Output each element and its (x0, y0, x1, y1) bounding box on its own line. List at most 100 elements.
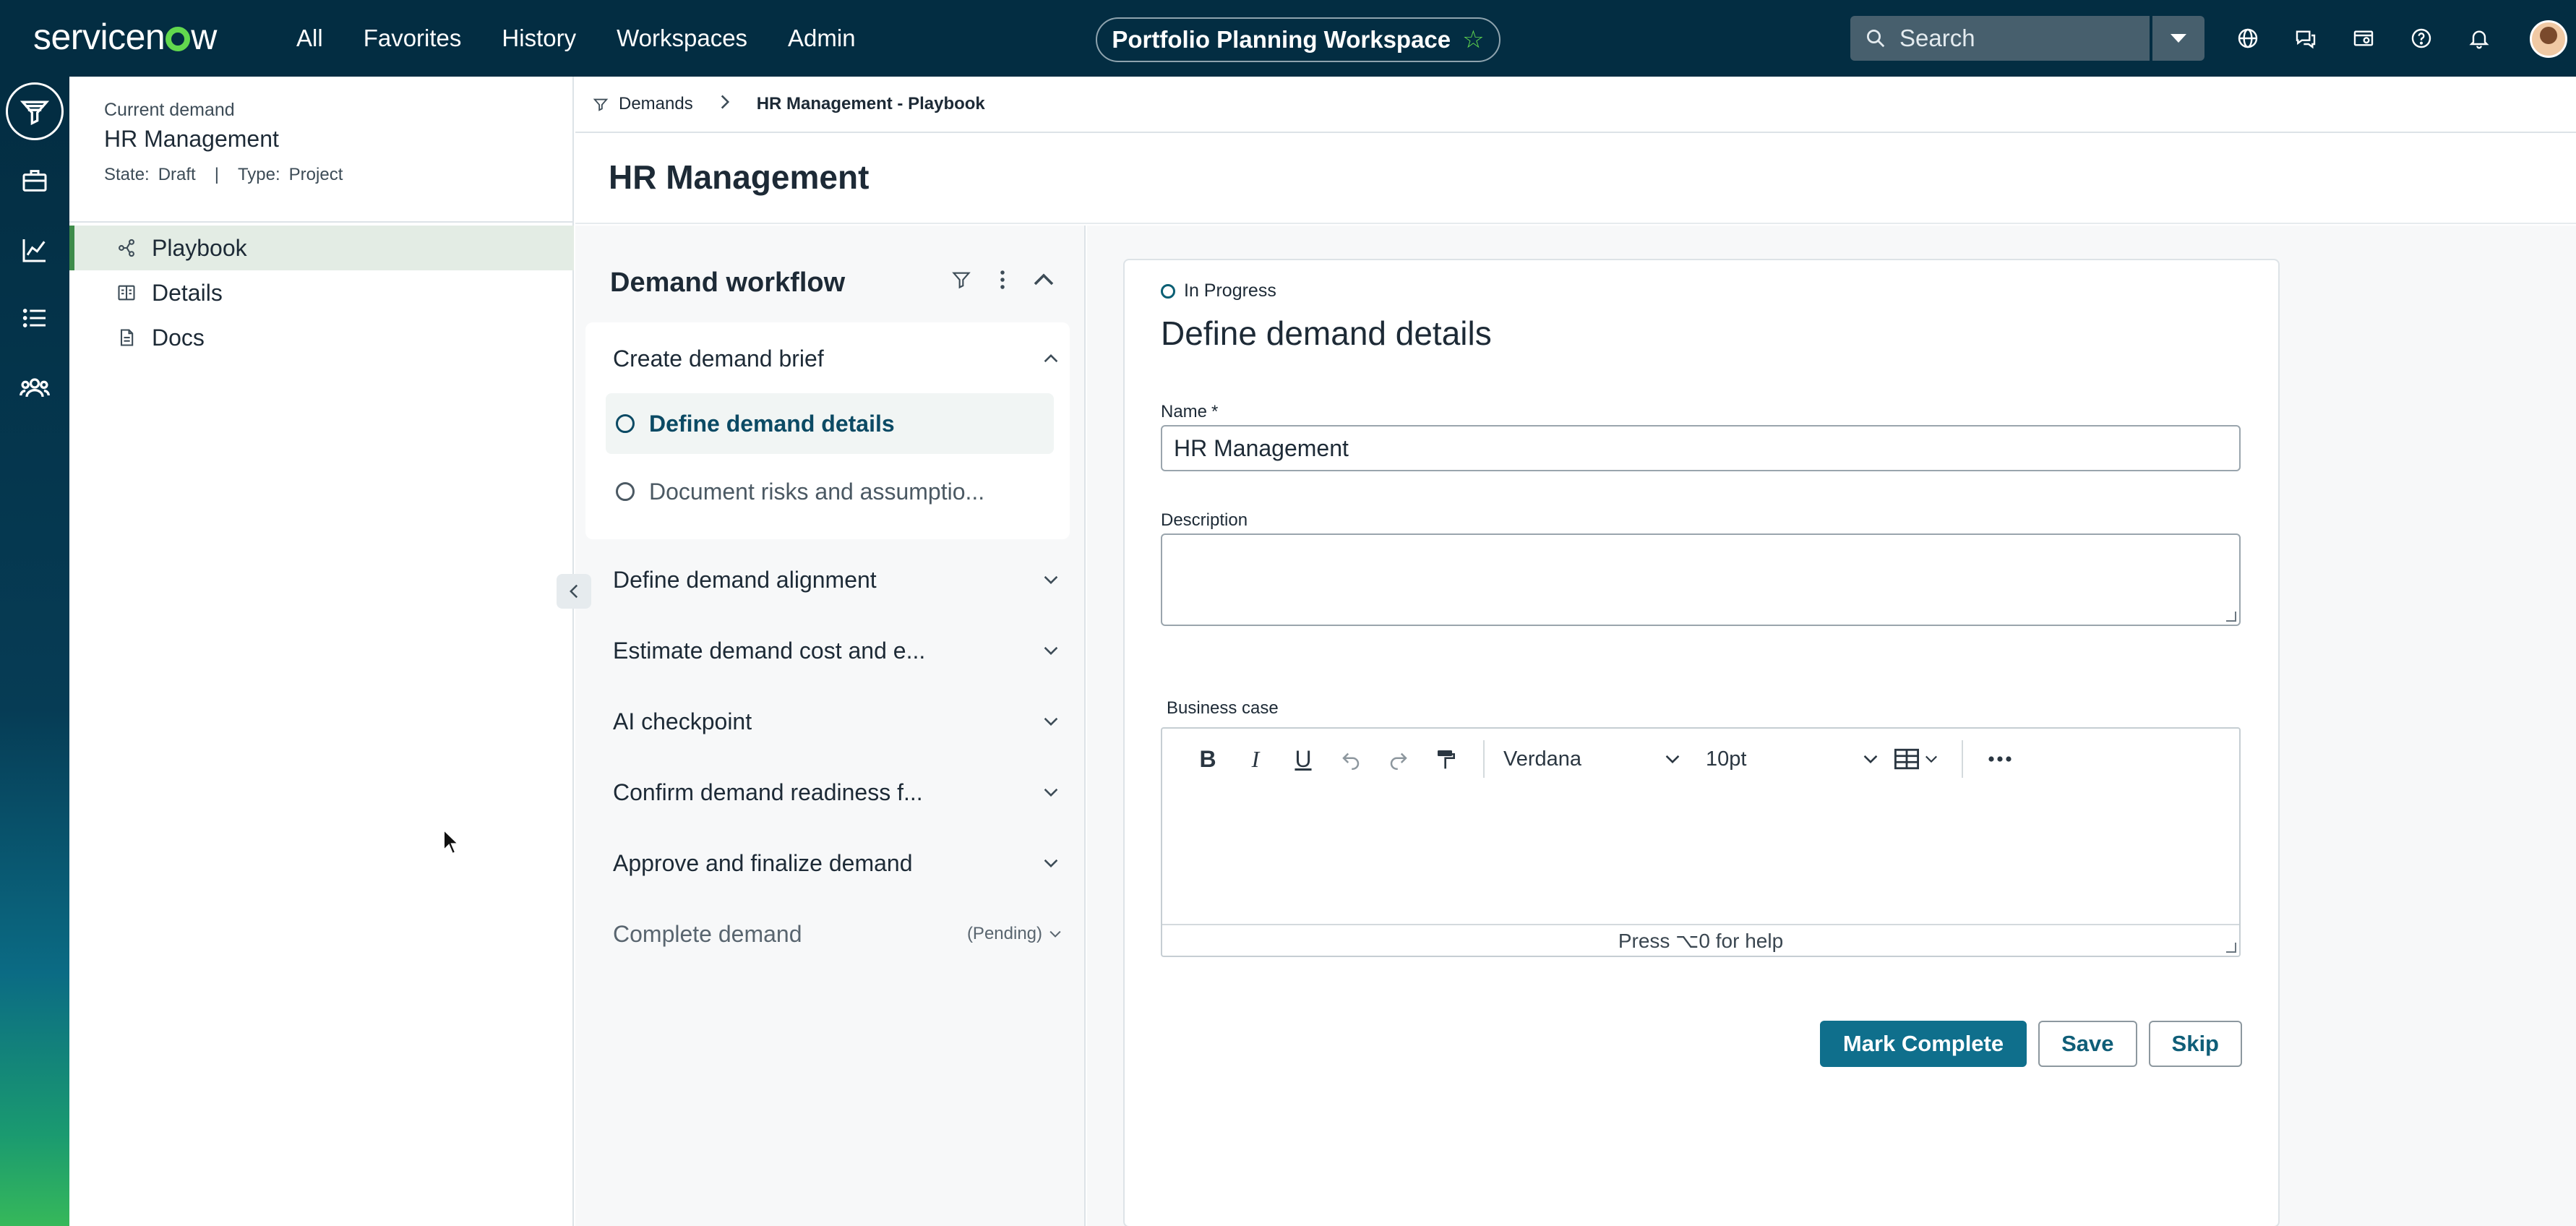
bold-icon[interactable]: B (1184, 737, 1232, 781)
top-header: servicen w All Favorites History Workspac… (0, 0, 2576, 77)
skip-button[interactable]: Skip (2148, 1021, 2242, 1067)
nav-item-playbook[interactable]: Playbook (69, 226, 574, 270)
nav-workspaces[interactable]: Workspaces (617, 25, 747, 52)
left-rail (0, 77, 69, 1226)
task-label: Define demand details (649, 410, 895, 437)
chevron-down-icon (1863, 755, 1878, 763)
font-family-value: Verdana (1503, 747, 1582, 771)
table-icon (1894, 748, 1919, 770)
favorite-star-icon[interactable]: ☆ (1462, 25, 1484, 54)
section-label: Complete demand (613, 920, 802, 947)
rail-item-analytics[interactable] (0, 221, 69, 279)
rail-item-list[interactable] (0, 289, 69, 347)
breadcrumb-demands[interactable]: Demands (619, 94, 693, 114)
workflow-section-complete-demand[interactable]: Complete demand (Pending) (613, 912, 1061, 956)
chevron-down-icon (1041, 640, 1061, 661)
name-field-label: Name * (1161, 402, 1218, 422)
italic-icon[interactable]: I (1232, 737, 1279, 781)
business-case-editor-body[interactable] (1162, 789, 2239, 927)
task-label: Document risks and assumptio... (649, 478, 985, 505)
state-label: State: (104, 165, 150, 184)
search-input[interactable]: Search (1850, 16, 2150, 61)
nav-admin[interactable]: Admin (788, 25, 856, 52)
save-button[interactable]: Save (2038, 1021, 2137, 1067)
section-label: Estimate demand cost and e... (613, 637, 926, 664)
chat-icon[interactable] (2291, 24, 2320, 53)
servicenow-logo[interactable]: servicen w (33, 16, 217, 58)
section-label: Create demand brief (613, 345, 824, 372)
section-label: Approve and finalize demand (613, 849, 913, 876)
workspace-pill[interactable]: Portfolio Planning Workspace ☆ (1096, 17, 1500, 62)
task-form-area: In Progress Define demand details Name * … (1087, 226, 2576, 1226)
table-insert-button[interactable] (1884, 737, 1949, 781)
state-value: Draft (158, 165, 196, 184)
nav-item-details[interactable]: Details (69, 270, 574, 315)
header-icons (2233, 0, 2494, 77)
required-marker: * (1211, 402, 1219, 421)
chevron-right-icon (719, 94, 731, 114)
undo-icon[interactable] (1327, 737, 1375, 781)
format-painter-icon[interactable] (1422, 737, 1470, 781)
workflow-section-define-demand-alignment[interactable]: Define demand alignment (613, 558, 1061, 601)
pending-badge: (Pending) (966, 924, 1042, 943)
section-label: AI checkpoint (613, 708, 752, 734)
demand-context-panel: Current demand HR Management State: Draf… (69, 77, 574, 1226)
nav-item-label: Details (152, 279, 223, 306)
rail-item-demands[interactable] (6, 82, 64, 140)
workspace-title: Portfolio Planning Workspace (1112, 26, 1451, 53)
filter-funnel-icon (593, 98, 609, 111)
chevron-down-icon (1041, 853, 1061, 873)
workflow-section-confirm-demand-readiness[interactable]: Confirm demand readiness f... (613, 771, 1061, 814)
underline-icon[interactable]: U (1279, 737, 1327, 781)
section-label: Define demand alignment (613, 566, 877, 593)
globe-icon[interactable] (2233, 24, 2262, 53)
status-label: In Progress (1184, 280, 1276, 301)
rail-item-teams[interactable] (0, 359, 69, 416)
rail-item-portfolio[interactable] (0, 152, 69, 210)
more-horizontal-icon[interactable] (1976, 737, 2024, 781)
nav-all[interactable]: All (296, 25, 323, 52)
help-icon[interactable] (2407, 24, 2436, 53)
workflow-section-ai-checkpoint[interactable]: AI checkpoint (613, 700, 1061, 743)
filter-funnel-icon (20, 100, 50, 126)
type-value: Project (288, 165, 343, 184)
search-scope-dropdown[interactable] (2152, 16, 2204, 61)
pending-status: (Pending) (967, 924, 1061, 944)
search-icon (1867, 30, 1885, 48)
mouse-cursor-icon (443, 828, 460, 855)
toolbar-divider (1962, 740, 1963, 778)
nav-favorites[interactable]: Favorites (364, 25, 462, 52)
resize-handle-icon[interactable] (2226, 612, 2236, 622)
details-icon (116, 282, 137, 304)
section-label: Confirm demand readiness f... (613, 779, 923, 805)
workflow-section-approve-finalize-demand[interactable]: Approve and finalize demand (613, 841, 1061, 885)
notifications-bell-icon[interactable] (2465, 24, 2494, 53)
mark-complete-button[interactable]: Mark Complete (1819, 1021, 2027, 1067)
action-buttons: Mark Complete Save Skip (1819, 1021, 2242, 1067)
editor-toolbar: B I U Verdana 10pt (1162, 729, 2239, 789)
workflow-task-define-demand-details[interactable]: Define demand details (606, 393, 1054, 454)
description-textarea[interactable] (1161, 533, 2241, 626)
resize-handle-icon[interactable] (2226, 943, 2236, 953)
page-header: HR Management (575, 134, 2576, 224)
filter-icon[interactable] (951, 269, 971, 294)
nav-history[interactable]: History (502, 25, 576, 52)
font-family-select[interactable]: Verdana (1498, 737, 1686, 781)
chevron-up-icon[interactable] (1034, 273, 1054, 291)
chevron-up-icon (1041, 348, 1061, 369)
task-status-circle-icon (616, 482, 635, 501)
user-avatar[interactable] (2530, 20, 2567, 58)
chevron-down-icon (1041, 711, 1061, 732)
workflow-task-document-risks[interactable]: Document risks and assumptio... (606, 461, 1054, 522)
workflow-section-estimate-demand-cost[interactable]: Estimate demand cost and e... (613, 629, 1061, 672)
workflow-section-create-demand-brief[interactable]: Create demand brief (613, 337, 1061, 380)
collapse-panel-button[interactable] (557, 574, 591, 609)
name-input[interactable]: HR Management (1161, 425, 2241, 471)
demand-workflow-panel: Demand workflow Create demand brief Defi… (575, 226, 1086, 1226)
workflow-tools (951, 269, 1054, 294)
workspace-switcher-icon[interactable] (2349, 24, 2378, 53)
nav-item-docs[interactable]: Docs (69, 315, 574, 360)
redo-icon[interactable] (1375, 737, 1422, 781)
font-size-select[interactable]: 10pt (1700, 737, 1884, 781)
more-vertical-icon[interactable] (999, 269, 1006, 294)
